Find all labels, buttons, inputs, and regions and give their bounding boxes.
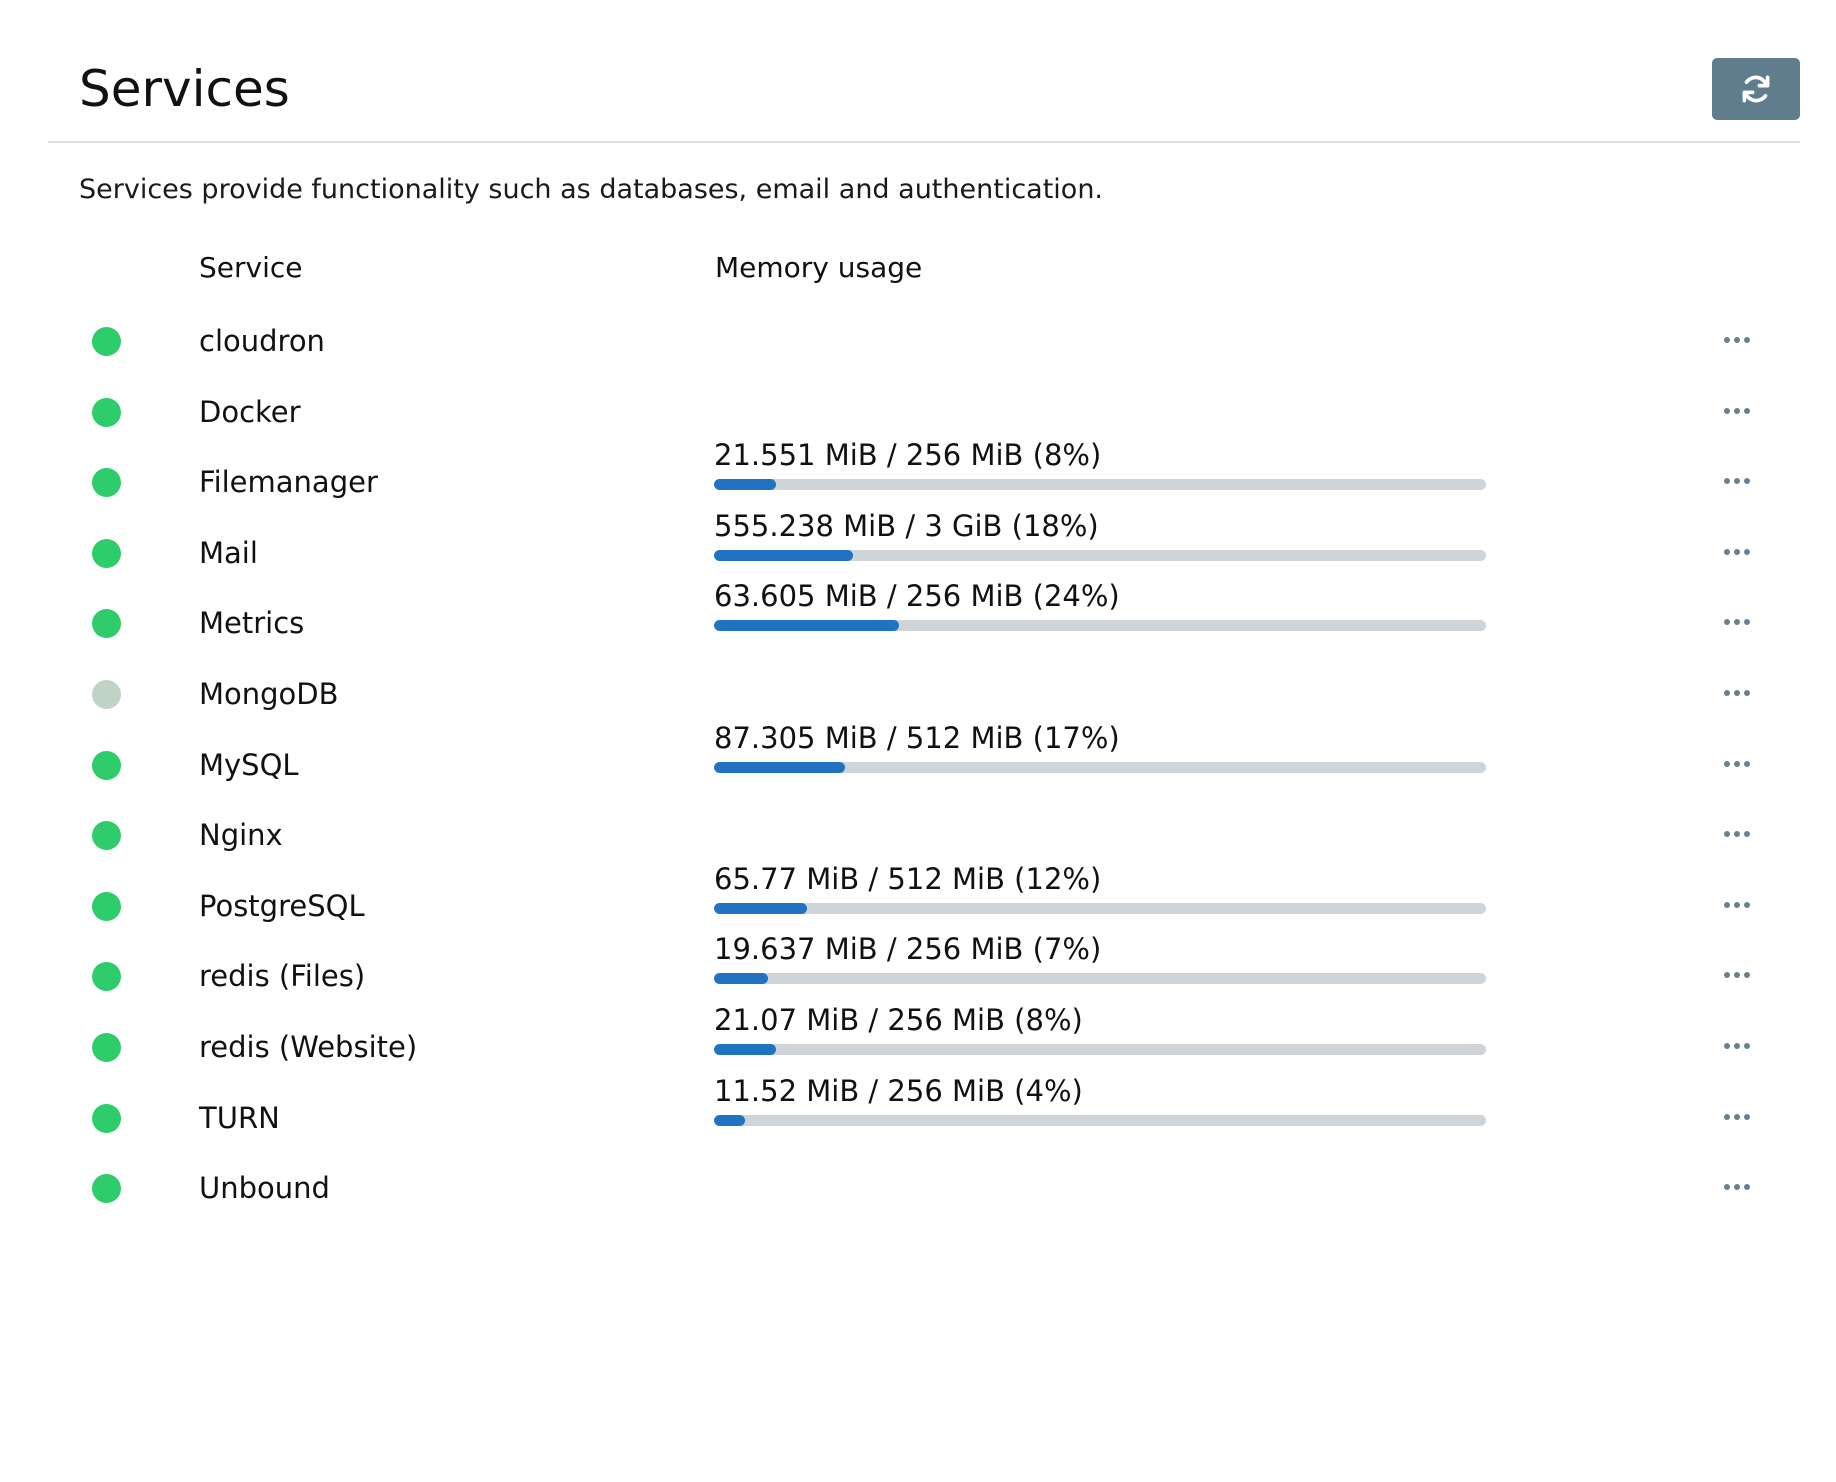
- memory-usage-text: 65.77 MiB / 512 MiB (12%): [714, 861, 1102, 896]
- page-header: Services: [48, 0, 1800, 143]
- column-header-service: Service: [199, 251, 303, 284]
- service-name: Filemanager: [199, 465, 378, 500]
- memory-usage-bar: [714, 620, 1486, 632]
- status-indicator: [92, 397, 121, 427]
- ellipsis-icon: [1724, 1184, 1750, 1191]
- more-actions-button[interactable]: [1716, 399, 1758, 423]
- service-name: TURN: [199, 1100, 280, 1135]
- ellipsis-icon: [1724, 548, 1750, 555]
- service-name: PostgreSQL: [199, 888, 365, 923]
- memory-usage-text: 21.07 MiB / 256 MiB (8%): [714, 1003, 1083, 1037]
- status-indicator: [92, 1174, 121, 1204]
- more-actions-button[interactable]: [1716, 540, 1758, 564]
- ellipsis-icon: [1724, 1043, 1750, 1049]
- status-indicator: [92, 1033, 121, 1062]
- more-actions-button[interactable]: [1716, 1175, 1758, 1199]
- service-name: redis (Files): [199, 959, 366, 994]
- status-indicator: [92, 821, 121, 851]
- ellipsis-icon: [1724, 1113, 1750, 1120]
- status-indicator: [92, 609, 121, 639]
- more-actions-button[interactable]: [1716, 1105, 1758, 1129]
- memory-usage-bar-fill: [714, 1114, 745, 1126]
- service-name: Mail: [199, 535, 258, 570]
- memory-usage-text: 87.305 MiB / 512 MiB (17%): [714, 720, 1120, 755]
- ellipsis-icon: [1724, 407, 1750, 414]
- refresh-icon: [1742, 75, 1770, 103]
- memory-usage-bar-fill: [714, 620, 900, 632]
- ellipsis-icon: [1724, 901, 1750, 908]
- status-indicator: [92, 750, 121, 780]
- status-indicator: [92, 468, 121, 498]
- service-name: cloudron: [199, 324, 325, 358]
- services-page: Services Services provide functionality …: [0, 0, 1836, 1482]
- page-description: Services provide functionality such as d…: [79, 174, 1104, 205]
- more-actions-button[interactable]: [1716, 328, 1758, 352]
- ellipsis-icon: [1724, 478, 1750, 485]
- ellipsis-icon: [1724, 760, 1750, 767]
- memory-usage-bar-fill: [714, 479, 776, 491]
- service-name: Unbound: [199, 1171, 330, 1206]
- status-indicator: [92, 891, 121, 921]
- memory-usage-text: 63.605 MiB / 256 MiB (24%): [714, 579, 1120, 614]
- service-name: MySQL: [199, 747, 299, 782]
- ellipsis-icon: [1724, 972, 1750, 979]
- ellipsis-icon: [1724, 619, 1750, 626]
- refresh-button[interactable]: [1712, 58, 1800, 120]
- table-row: Unbound: [48, 1147, 1800, 1230]
- status-indicator: [92, 1103, 121, 1133]
- ellipsis-icon: [1724, 337, 1750, 343]
- memory-usage-text: 19.637 MiB / 256 MiB (7%): [714, 932, 1102, 967]
- more-actions-button[interactable]: [1716, 893, 1758, 917]
- more-actions-button[interactable]: [1716, 1034, 1758, 1058]
- more-actions-button[interactable]: [1716, 752, 1758, 776]
- memory-usage-bar-fill: [714, 973, 769, 985]
- page-title: Services: [79, 60, 290, 118]
- memory-usage-bar: [714, 1044, 1486, 1055]
- memory-usage-bar: [714, 549, 1486, 561]
- memory-usage-bar-fill: [714, 761, 846, 773]
- status-indicator: [92, 538, 121, 568]
- memory-usage-text: 21.551 MiB / 256 MiB (8%): [714, 438, 1102, 473]
- service-name: MongoDB: [199, 677, 339, 711]
- ellipsis-icon: [1724, 831, 1750, 838]
- column-header-memory: Memory usage: [715, 251, 923, 284]
- more-actions-button[interactable]: [1716, 610, 1758, 634]
- memory-usage-text: 555.238 MiB / 3 GiB (18%): [714, 508, 1099, 543]
- more-actions-button[interactable]: [1716, 469, 1758, 493]
- memory-usage-bar: [714, 761, 1486, 773]
- memory-usage-bar: [714, 479, 1486, 491]
- memory-usage-bar-fill: [714, 549, 853, 561]
- status-indicator: [92, 680, 121, 709]
- status-indicator: [92, 962, 121, 992]
- status-indicator: [92, 327, 121, 356]
- memory-usage-bar-fill: [714, 1044, 776, 1055]
- more-actions-button[interactable]: [1716, 963, 1758, 987]
- service-name: Metrics: [199, 606, 305, 641]
- service-name: redis (Website): [199, 1030, 418, 1064]
- memory-usage-bar: [714, 973, 1486, 985]
- memory-usage-text: 11.52 MiB / 256 MiB (4%): [714, 1073, 1083, 1108]
- more-actions-button[interactable]: [1716, 822, 1758, 846]
- memory-usage-bar: [714, 1114, 1486, 1126]
- service-name: Docker: [199, 394, 301, 429]
- ellipsis-icon: [1724, 690, 1750, 696]
- more-actions-button[interactable]: [1716, 681, 1758, 705]
- service-name: Nginx: [199, 818, 283, 853]
- memory-usage-bar-fill: [714, 902, 807, 914]
- memory-usage-bar: [714, 902, 1486, 914]
